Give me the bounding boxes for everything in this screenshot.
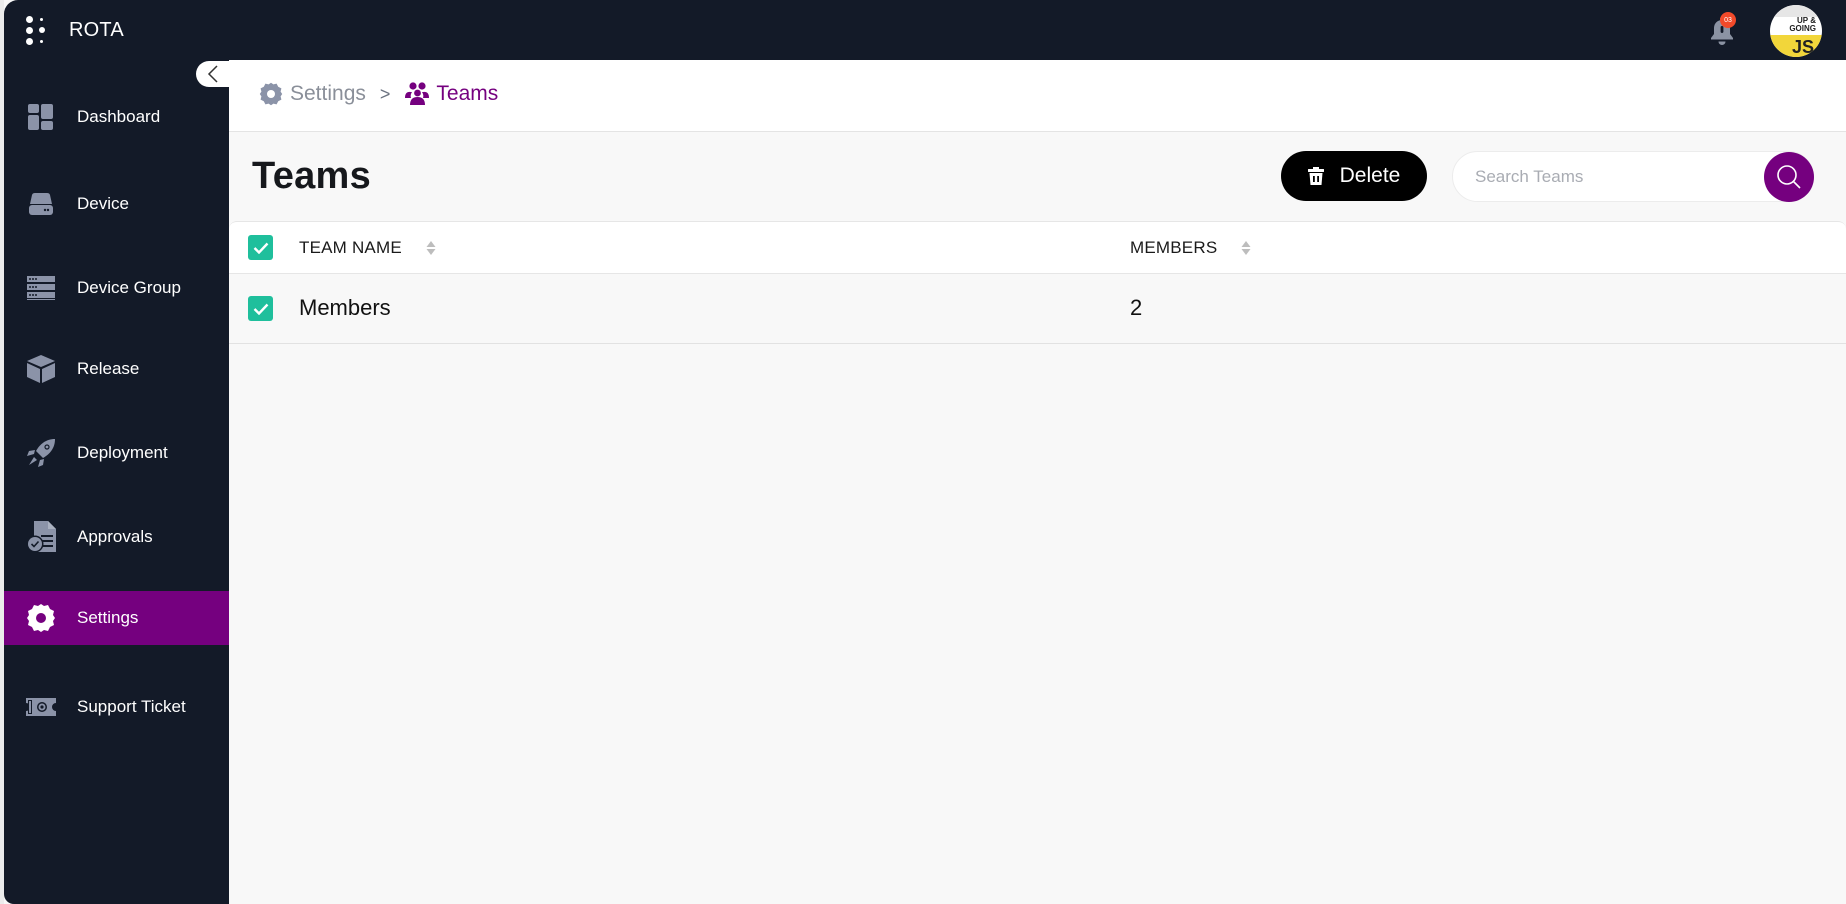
top-bar: ROTA — [4, 0, 1846, 60]
sort-icon[interactable] — [426, 240, 436, 256]
breadcrumb-bar: Settings > Teams — [229, 60, 1846, 132]
delete-button[interactable]: Delete — [1281, 151, 1427, 201]
search-button[interactable] — [1764, 152, 1814, 202]
sidebar-item-dashboard[interactable]: Dashboard — [4, 90, 229, 144]
sidebar-item-approvals[interactable]: Approvals — [4, 510, 229, 564]
sidebar-item-release[interactable]: Release — [4, 342, 229, 396]
breadcrumb-separator: > — [379, 83, 391, 104]
sidebar-collapse-button[interactable] — [196, 61, 229, 87]
cell-team-name: Members — [299, 295, 391, 320]
breadcrumb: Settings > Teams — [259, 82, 498, 106]
avatar-js-text: JS — [1791, 37, 1814, 57]
table-header: TEAM NAME MEMBERS — [229, 221, 1846, 274]
brand[interactable]: ROTA — [26, 16, 124, 45]
chevron-left-icon — [207, 65, 218, 83]
trash-icon — [1307, 167, 1324, 185]
sidebar-item-device[interactable]: Device — [4, 177, 229, 231]
teams-table: TEAM NAME MEMBERS Members 2 — [229, 221, 1846, 344]
page-title: Teams — [252, 155, 372, 197]
app-menu-icon[interactable] — [26, 16, 48, 45]
breadcrumb-teams: Teams — [404, 82, 498, 106]
column-header-team-name[interactable]: TEAM NAME — [299, 238, 436, 258]
table-row[interactable]: Members 2 — [229, 274, 1846, 344]
device-icon — [26, 189, 56, 219]
brand-name: ROTA — [69, 18, 124, 41]
column-header-members[interactable]: MEMBERS — [1130, 238, 1251, 258]
sidebar-item-support-ticket[interactable]: Support Ticket — [4, 680, 229, 734]
search-box — [1452, 151, 1814, 202]
dashboard-icon — [26, 102, 56, 132]
device-group-icon — [26, 273, 56, 303]
notification-badge: 03 — [1720, 12, 1736, 28]
select-all-checkbox[interactable] — [248, 235, 273, 260]
users-icon — [405, 82, 430, 105]
release-box-icon — [26, 354, 56, 384]
breadcrumb-settings[interactable]: Settings — [259, 82, 366, 106]
row-checkbox[interactable] — [248, 296, 273, 321]
approvals-icon — [26, 521, 56, 553]
gear-icon — [26, 603, 56, 633]
user-avatar[interactable]: UP & GOING JS — [1770, 5, 1822, 57]
ticket-icon — [26, 692, 56, 722]
gear-icon — [259, 82, 283, 106]
cell-members: 2 — [1130, 295, 1143, 320]
search-input[interactable] — [1475, 152, 1735, 201]
checkmark-icon — [253, 242, 268, 254]
sidebar-item-device-group[interactable]: Device Group — [4, 261, 229, 315]
sidebar-item-settings[interactable]: Settings — [4, 591, 229, 645]
checkmark-icon — [253, 303, 268, 315]
avatar-text: UP & GOING — [1789, 16, 1816, 33]
rocket-icon — [26, 438, 56, 468]
search-icon — [1777, 165, 1801, 189]
sort-icon[interactable] — [1241, 240, 1251, 256]
sidebar-item-deployment[interactable]: Deployment — [4, 426, 229, 480]
